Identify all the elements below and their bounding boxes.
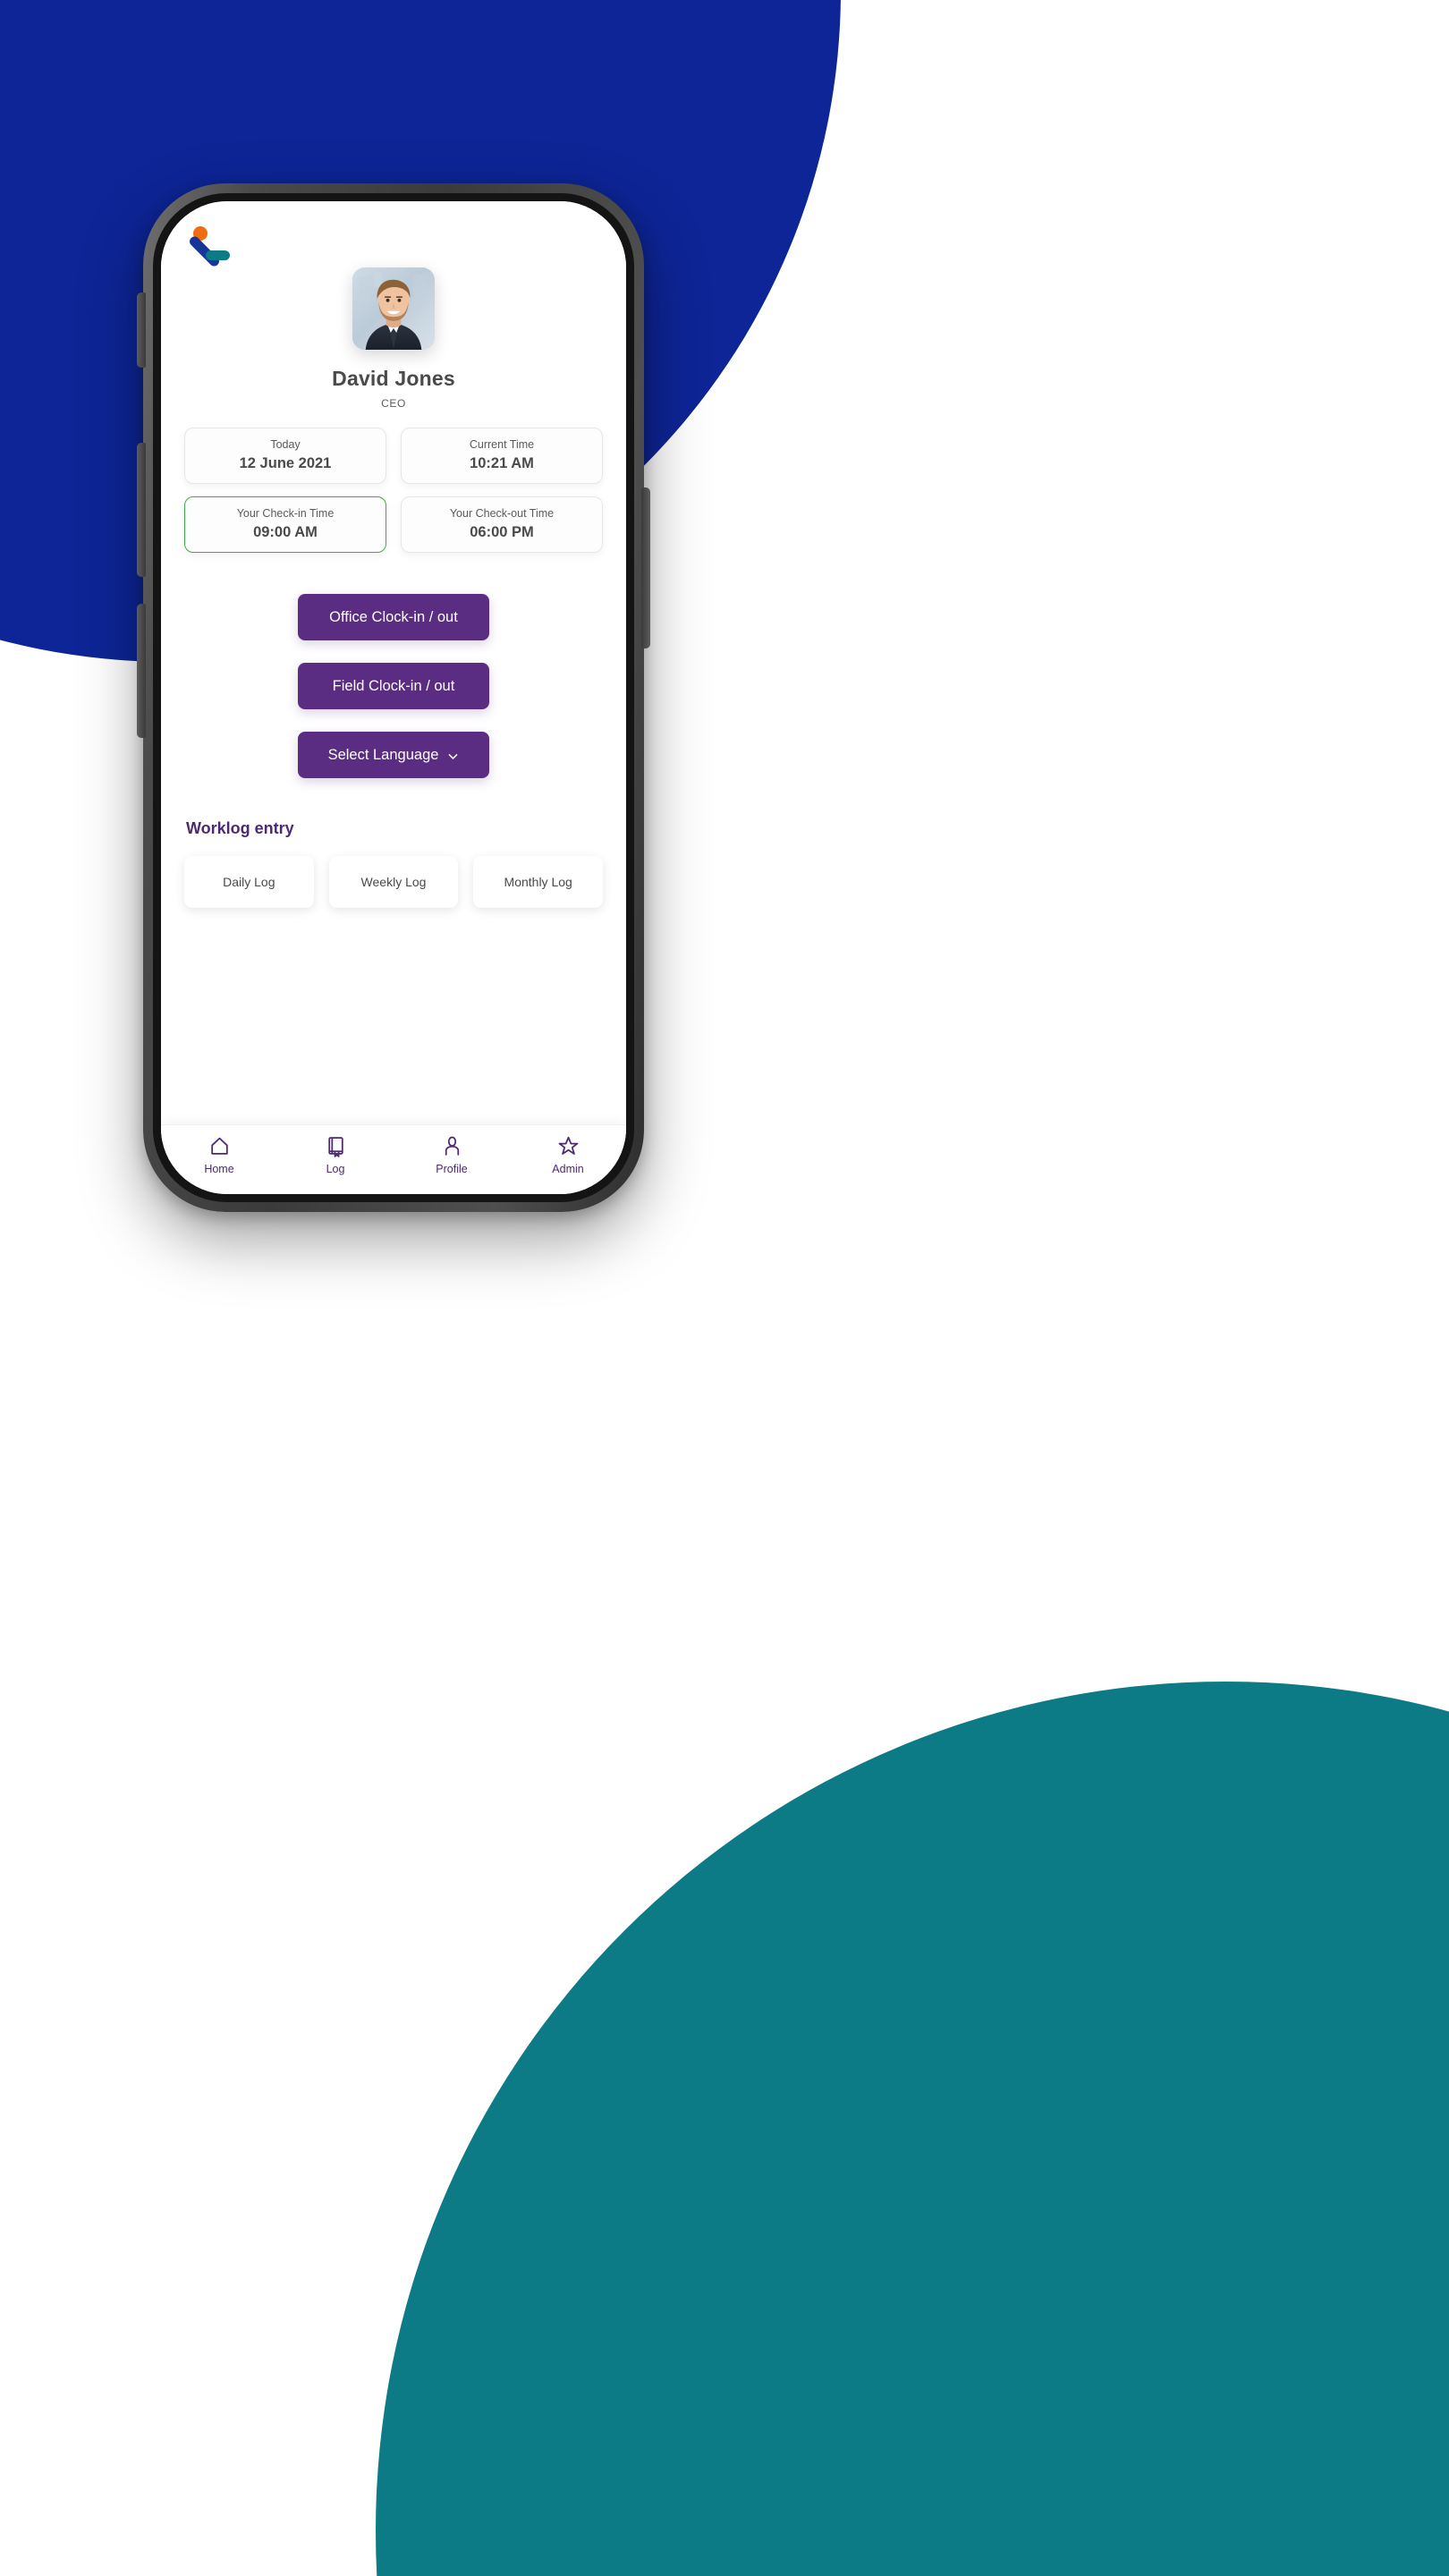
office-clock-label: Office Clock-in / out (329, 608, 458, 625)
chevron-down-icon (447, 750, 459, 761)
today-value: 12 June 2021 (239, 455, 332, 471)
nav-label-admin: Admin (552, 1163, 584, 1175)
screenshot-stage: David Jones CEO Today 12 June 2021 Curre… (0, 0, 1449, 2576)
tab-daily-log[interactable]: Daily Log (184, 856, 314, 908)
star-icon (557, 1135, 580, 1157)
phone-mockup: David Jones CEO Today 12 June 2021 Curre… (137, 183, 650, 1212)
check-in-label: Your Check-in Time (236, 507, 335, 520)
phone-screen: David Jones CEO Today 12 June 2021 Curre… (161, 201, 626, 1194)
phone-volume-up[interactable] (137, 443, 146, 577)
check-out-value: 06:00 PM (470, 524, 534, 540)
today-card: Today 12 June 2021 (184, 428, 386, 484)
check-cards-row: Your Check-in Time 09:00 AM Your Check-o… (184, 496, 603, 553)
select-language-button[interactable]: Select Language (298, 732, 489, 778)
nav-item-profile[interactable]: Profile (394, 1135, 510, 1175)
nav-label-profile: Profile (436, 1163, 468, 1175)
current-time-value: 10:21 AM (470, 455, 534, 471)
avatar-container (184, 267, 603, 350)
today-label: Today (270, 438, 301, 451)
phone-volume-down[interactable] (137, 604, 146, 738)
tab-weekly-log[interactable]: Weekly Log (328, 856, 459, 908)
tab-monthly-log[interactable]: Monthly Log (473, 856, 604, 908)
nav-item-home[interactable]: Home (161, 1135, 277, 1175)
office-clock-button[interactable]: Office Clock-in / out (298, 594, 489, 640)
nav-label-home: Home (204, 1163, 234, 1175)
nav-item-admin[interactable]: Admin (510, 1135, 626, 1175)
avatar[interactable] (352, 267, 435, 350)
current-time-label: Current Time (469, 438, 535, 451)
home-icon (208, 1135, 231, 1157)
phone-power-button[interactable] (641, 487, 650, 648)
nav-label-log: Log (326, 1163, 345, 1175)
check-in-card[interactable]: Your Check-in Time 09:00 AM (184, 496, 386, 553)
book-icon (325, 1135, 347, 1157)
worklog-section-title: Worklog entry (186, 819, 294, 837)
current-time-card: Current Time 10:21 AM (401, 428, 603, 484)
profile-role: CEO (381, 397, 406, 410)
person-icon (441, 1135, 463, 1157)
worklog-tabs: Daily Log Weekly Log Monthly Log (184, 856, 604, 908)
check-out-card[interactable]: Your Check-out Time 06:00 PM (401, 496, 603, 553)
select-language-label: Select Language (327, 746, 439, 763)
check-in-value: 09:00 AM (253, 524, 318, 540)
brand-logo-icon (187, 226, 233, 268)
app-root: David Jones CEO Today 12 June 2021 Curre… (161, 201, 626, 1194)
info-cards-row: Today 12 June 2021 Current Time 10:21 AM (184, 428, 603, 484)
action-buttons: Office Clock-in / out Field Clock-in / o… (184, 594, 603, 778)
check-out-label: Your Check-out Time (449, 507, 555, 520)
phone-mute-switch[interactable] (137, 292, 146, 368)
field-clock-label: Field Clock-in / out (332, 677, 455, 694)
background-blob-teal (376, 1682, 1449, 2576)
nav-item-log[interactable]: Log (277, 1135, 394, 1175)
bottom-navigation: Home Log Profile Admin (161, 1124, 626, 1194)
logo-base-icon (206, 250, 230, 260)
page-title: David Jones (332, 367, 455, 390)
field-clock-button[interactable]: Field Clock-in / out (298, 663, 489, 709)
